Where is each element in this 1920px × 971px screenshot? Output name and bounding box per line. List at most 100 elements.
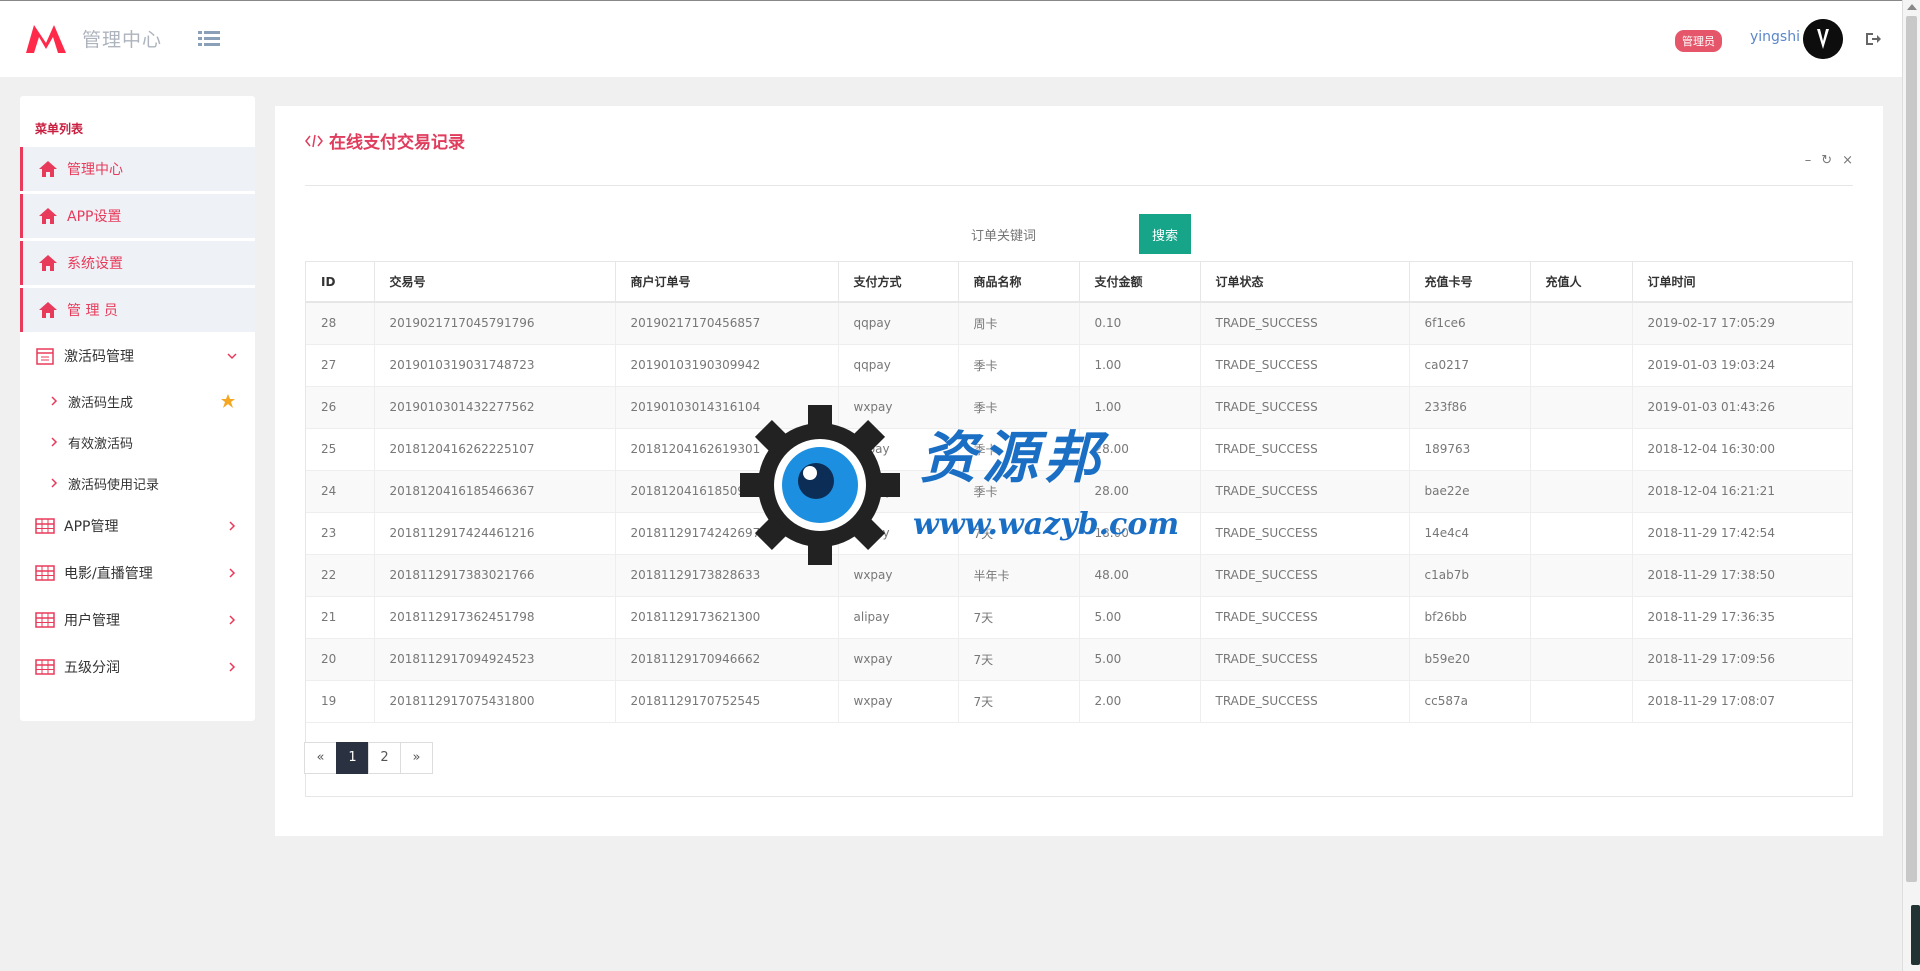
- logout-icon[interactable]: [1864, 31, 1882, 47]
- role-badge: 管理员: [1675, 30, 1722, 52]
- prev-page-button[interactable]: «: [304, 742, 337, 774]
- table-cell: 2019-01-03 19:03:24: [1632, 344, 1852, 387]
- table-row: 19 2018112917075431800 20181129170752545 wx…: [306, 680, 1852, 723]
- search-button[interactable]: 搜索: [1139, 214, 1191, 254]
- sidebar-item-label: APP管理: [64, 519, 119, 535]
- minimize-icon[interactable]: –: [1805, 153, 1812, 168]
- sidebar-subitem-generate-codes[interactable]: 激活码生成: [20, 384, 255, 418]
- table-cell: [1530, 302, 1633, 345]
- table-row: 21 2018112917362451798 20181129173621300 al…: [306, 596, 1852, 639]
- vertical-scrollbar[interactable]: [1902, 0, 1920, 971]
- column-header: 订单时间: [1632, 262, 1852, 303]
- table-cell: 24: [306, 470, 375, 513]
- sidebar-item-profit-sharing[interactable]: 五级分润: [20, 645, 255, 689]
- table-cell: [1530, 428, 1633, 471]
- sidebar-item-app-management[interactable]: APP管理: [20, 504, 255, 548]
- table-cell: 2018-11-29 17:36:35: [1632, 596, 1852, 639]
- next-page-button[interactable]: »: [400, 742, 433, 774]
- home-icon: [39, 302, 57, 318]
- logo-icon: [26, 25, 66, 53]
- home-icon: [39, 208, 57, 224]
- chevron-right-icon: [229, 521, 236, 531]
- table-cell: c1ab7b: [1409, 554, 1531, 597]
- chevron-right-icon: [51, 478, 58, 488]
- table-cell: 2018120416262225107: [374, 428, 616, 471]
- table-icon: [35, 659, 55, 675]
- sidebar-item-administrators[interactable]: 管 理 员: [20, 288, 255, 332]
- table-cell: TRADE_SUCCESS: [1200, 680, 1410, 723]
- search-input[interactable]: [971, 224, 1131, 246]
- table-cell: TRADE_SUCCESS: [1200, 470, 1410, 513]
- table-cell: 2018112917075431800: [374, 680, 616, 723]
- table-header-row: ID 交易号 商户订单号 支付方式 商品名称 支付金额 订单状态 充值卡号 充值…: [306, 262, 1852, 303]
- avatar-image: [1803, 19, 1843, 59]
- table-cell: TRADE_SUCCESS: [1200, 302, 1410, 345]
- sidebar-item-user-management[interactable]: 用户管理: [20, 598, 255, 642]
- table-cell: 季卡: [958, 344, 1080, 387]
- table-cell: TRADE_SUCCESS: [1200, 428, 1410, 471]
- table-cell: [1530, 638, 1633, 681]
- panel-title-text: 在线支付交易记录: [329, 133, 465, 153]
- table-cell: TRADE_SUCCESS: [1200, 344, 1410, 387]
- table-cell: [1530, 344, 1633, 387]
- divider: [305, 185, 1853, 186]
- table-cell: 28.00: [1079, 428, 1201, 471]
- table-cell: 2018112917362451798: [374, 596, 616, 639]
- table-cell: b59e20: [1409, 638, 1531, 681]
- sidebar-item-system-settings[interactable]: 系统设置: [20, 241, 255, 285]
- transactions-table: ID 交易号 商户订单号 支付方式 商品名称 支付金额 订单状态 充值卡号 充值…: [305, 261, 1853, 797]
- table-cell: wxpay: [838, 554, 959, 597]
- table-cell: 20181129170752545: [615, 680, 839, 723]
- refresh-icon[interactable]: ↻: [1821, 153, 1832, 168]
- sidebar-item-label: 五级分润: [64, 660, 120, 676]
- page-button-1[interactable]: 1: [336, 742, 369, 774]
- table-cell: 7天: [958, 680, 1080, 723]
- avatar[interactable]: [1803, 19, 1843, 59]
- sidebar-item-admin-center[interactable]: 管理中心: [20, 147, 255, 191]
- sidebar-item-activation-codes[interactable]: 激活码管理: [20, 334, 255, 378]
- table-cell: 19: [306, 680, 375, 723]
- page-button-2[interactable]: 2: [368, 742, 401, 774]
- table-cell: 20181129174242697: [615, 512, 839, 555]
- table-row: 20 2018112917094924523 20181129170946662 wx…: [306, 638, 1852, 681]
- sidebar-item-label: 系统设置: [67, 256, 123, 272]
- table-cell: 1.00: [1079, 386, 1201, 429]
- table-icon: [35, 518, 55, 534]
- table-cell: 20181129173621300: [615, 596, 839, 639]
- table-cell: 20181129173828633: [615, 554, 839, 597]
- top-header: 管理中心 管理员 yingshi: [0, 0, 1902, 77]
- table-cell: 季卡: [958, 470, 1080, 513]
- table-cell: 7天: [958, 596, 1080, 639]
- sidebar-subitem-label: 激活码生成: [68, 395, 134, 411]
- sidebar-subitem-valid-codes[interactable]: 有效激活码: [20, 425, 255, 459]
- sidebar-item-movie-live[interactable]: 电影/直播管理: [20, 551, 255, 595]
- table-row: 27 2019010319031748723 20190103190309942 qq…: [306, 344, 1852, 387]
- table-cell: TRADE_SUCCESS: [1200, 596, 1410, 639]
- table-cell: 2019010301432277562: [374, 386, 616, 429]
- table-cell: 189763: [1409, 428, 1531, 471]
- username-link[interactable]: yingshi: [1750, 29, 1800, 45]
- table-cell: alipay: [838, 596, 959, 639]
- sidebar-subitem-code-usage[interactable]: 激活码使用记录: [20, 466, 255, 500]
- table-cell: 22: [306, 554, 375, 597]
- sidebar-item-label: 激活码管理: [64, 349, 134, 365]
- column-header: 交易号: [374, 262, 616, 303]
- table-cell: 20: [306, 638, 375, 681]
- menu-toggle-icon[interactable]: [198, 28, 222, 50]
- table-cell: 6f1ce6: [1409, 302, 1531, 345]
- table-cell: bae22e: [1409, 470, 1531, 513]
- table-icon: [35, 612, 55, 628]
- column-header: 商户订单号: [615, 262, 839, 303]
- table-cell: 21: [306, 596, 375, 639]
- close-icon[interactable]: ×: [1842, 153, 1853, 168]
- scrollbar-thumb[interactable]: [1906, 16, 1917, 882]
- sidebar: 菜单列表 管理中心 APP设置 系统设置 管 理 员 激活码管理 激活码生成 有…: [20, 96, 255, 721]
- table-cell: TRADE_SUCCESS: [1200, 386, 1410, 429]
- sidebar-subitem-label: 有效激活码: [68, 436, 134, 452]
- table-cell: 20190103014316104: [615, 386, 839, 429]
- table-cell: 20181204161850928: [615, 470, 839, 513]
- table-cell: 48.00: [1079, 554, 1201, 597]
- sidebar-item-app-settings[interactable]: APP设置: [20, 194, 255, 238]
- table-cell: [1530, 596, 1633, 639]
- scroll-up-icon[interactable]: [1907, 4, 1917, 10]
